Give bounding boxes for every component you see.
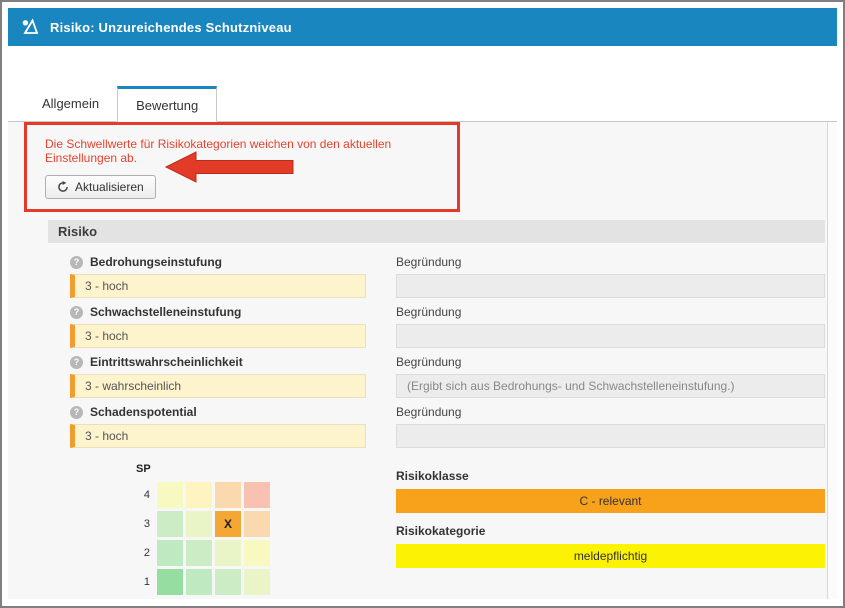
matrix-cell[interactable] — [215, 569, 241, 595]
field-row-schwachstelle: ? Schwachstelleneinstufung 3 - hoch Begr… — [70, 305, 825, 348]
begruendung-input-eintritt[interactable]: (Ergibt sich aus Bedrohungs- und Schwach… — [396, 374, 825, 398]
matrix-cell[interactable] — [157, 569, 183, 595]
begruendung-label: Begründung — [396, 255, 825, 269]
matrix-row-label: 1 — [136, 576, 150, 588]
tab-bewertung[interactable]: Bewertung — [117, 86, 217, 122]
schadenspotential-input[interactable]: 3 - hoch — [70, 424, 366, 448]
risikokategorie-value: meldepflichtig — [396, 544, 825, 568]
begruendung-label: Begründung — [396, 355, 825, 369]
tab-allgemein[interactable]: Allgemein — [24, 86, 117, 121]
schwachstelleneinstufung-input[interactable]: 3 - hoch — [70, 324, 366, 348]
matrix-cell[interactable] — [244, 569, 270, 595]
refresh-icon — [57, 181, 69, 193]
matrix-cell[interactable] — [186, 482, 212, 508]
matrix-cell[interactable] — [244, 540, 270, 566]
matrix-cell[interactable] — [157, 511, 183, 537]
begruendung-input-schaden[interactable] — [396, 424, 825, 448]
refresh-button-label: Aktualisieren — [75, 180, 144, 194]
risikokategorie-label: Risikokategorie — [396, 524, 825, 538]
title-bar: Risiko: Unzureichendes Schutzniveau — [8, 8, 837, 46]
bewertung-tab-content: Die Schwellwerte für Risikokategorien we… — [8, 122, 837, 599]
field-label: Schwachstelleneinstufung — [90, 305, 241, 319]
field-label: Schadenspotential — [90, 405, 197, 419]
matrix-cell[interactable] — [157, 482, 183, 508]
matrix-results-row: SP 4 3 — [70, 455, 825, 599]
field-label: Bedrohungseinstufung — [90, 255, 222, 269]
refresh-button[interactable]: Aktualisieren — [45, 175, 156, 199]
field-row-schaden: ? Schadenspotential 3 - hoch Begründung — [70, 405, 825, 448]
matrix-cell[interactable] — [244, 482, 270, 508]
matrix-cell[interactable] — [186, 511, 212, 537]
begruendung-input-bedrohung[interactable] — [396, 274, 825, 298]
risk-matrix: SP 4 3 — [136, 463, 299, 599]
field-label: Eintrittswahrscheinlichkeit — [90, 355, 243, 369]
bedrohungseinstufung-input[interactable]: 3 - hoch — [70, 274, 366, 298]
field-row-eintritt: ? Eintrittswahrscheinlichkeit 3 - wahrsc… — [70, 355, 825, 398]
matrix-cell[interactable] — [157, 540, 183, 566]
field-row-bedrohung: ? Bedrohungseinstufung 3 - hoch Begründu… — [70, 255, 825, 298]
matrix-cell[interactable] — [186, 569, 212, 595]
help-icon[interactable]: ? — [70, 256, 83, 269]
vertical-scrollbar[interactable] — [827, 122, 837, 599]
matrix-row-label: 4 — [136, 489, 150, 501]
results-panel: Risikoklasse C - relevant Risikokategori… — [396, 469, 825, 568]
matrix-cell[interactable] — [186, 540, 212, 566]
window-title: Risiko: Unzureichendes Schutzniveau — [50, 20, 292, 35]
matrix-cell-marked[interactable]: X — [215, 511, 241, 537]
help-icon[interactable]: ? — [70, 406, 83, 419]
tab-bar: Allgemein Bewertung — [8, 86, 837, 122]
begruendung-label: Begründung — [396, 305, 825, 319]
risikoklasse-value: C - relevant — [396, 489, 825, 513]
matrix-cell[interactable] — [244, 511, 270, 537]
matrix-y-axis-label: SP — [136, 463, 299, 475]
matrix-row-label: 2 — [136, 547, 150, 559]
begruendung-input-schwachstelle[interactable] — [396, 324, 825, 348]
help-icon[interactable]: ? — [70, 306, 83, 319]
matrix-cell[interactable] — [215, 482, 241, 508]
annotation-arrow — [164, 149, 296, 185]
matrix-row-label: 3 — [136, 518, 150, 530]
risiko-section: Risiko ? Bedrohungseinstufung 3 - hoch B… — [48, 220, 825, 599]
app-logo-icon — [20, 17, 40, 37]
risk-dialog-window: Risiko: Unzureichendes Schutzniveau Allg… — [0, 0, 845, 608]
begruendung-label: Begründung — [396, 405, 825, 419]
risikoklasse-label: Risikoklasse — [396, 469, 825, 483]
help-icon[interactable]: ? — [70, 356, 83, 369]
section-header-risiko: Risiko — [48, 220, 825, 243]
eintrittswahrscheinlichkeit-input[interactable]: 3 - wahrscheinlich — [70, 374, 366, 398]
matrix-cell[interactable] — [215, 540, 241, 566]
